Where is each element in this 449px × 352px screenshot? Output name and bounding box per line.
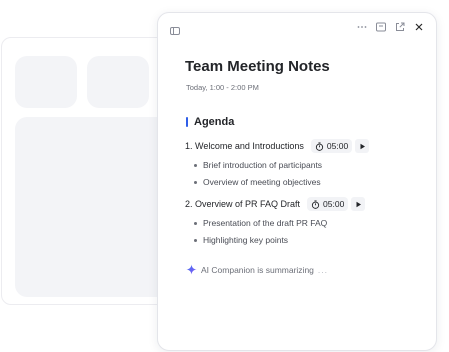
sparkle-icon: [186, 264, 197, 275]
agenda-item-label: 1. Welcome and Introductions: [185, 141, 304, 151]
bullet-text: Highlighting key points: [203, 235, 289, 245]
bullet-dot: [194, 238, 197, 242]
list-item: Presentation of the draft PR FAQ: [194, 218, 327, 228]
agenda-heading-text: Agenda: [194, 116, 235, 128]
play-button[interactable]: [351, 197, 366, 211]
background-window: [1, 37, 175, 305]
placeholder-panel: [15, 117, 175, 297]
close-icon[interactable]: [414, 22, 424, 32]
meeting-notes-panel: Team Meeting Notes Today, 1:00 - 2:00 PM…: [157, 12, 437, 351]
ai-companion-status: AI Companion is summarizing ...: [186, 264, 328, 275]
page-title: Team Meeting Notes: [185, 58, 330, 75]
timer-badge[interactable]: 05:00: [310, 139, 353, 153]
list-item: Highlighting key points: [194, 235, 288, 245]
agenda-item: 1. Welcome and Introductions 05:00: [185, 139, 370, 153]
section-accent-bar: [186, 117, 188, 127]
meeting-time: Today, 1:00 - 2:00 PM: [186, 83, 259, 92]
loading-dots: ...: [317, 264, 328, 275]
agenda-heading: Agenda: [186, 116, 234, 128]
stopwatch-icon: [311, 199, 320, 209]
open-external-icon[interactable]: [395, 22, 405, 32]
timer-value: 05:00: [326, 141, 349, 151]
bullet-dot: [194, 221, 197, 225]
bullet-dot: [194, 180, 197, 184]
ai-status-text: AI Companion is summarizing: [201, 264, 314, 275]
list-item: Brief introduction of participants: [194, 160, 322, 170]
more-icon[interactable]: [357, 22, 367, 32]
agenda-item-label: 2. Overview of PR FAQ Draft: [185, 199, 301, 209]
timer-badge[interactable]: 05:00: [307, 197, 349, 211]
stopwatch-icon: [315, 141, 324, 151]
sidebar-toggle-icon[interactable]: [170, 26, 180, 36]
play-button[interactable]: [355, 139, 370, 153]
placeholder-tile: [87, 56, 149, 108]
placeholder-tile: [15, 56, 77, 108]
bullet-text: Brief introduction of participants: [203, 160, 323, 170]
play-icon: [356, 201, 361, 207]
save-icon[interactable]: [376, 22, 386, 32]
play-icon: [360, 143, 365, 149]
agenda-item: 2. Overview of PR FAQ Draft 05:00: [185, 197, 366, 211]
list-item: Overview of meeting objectives: [194, 177, 321, 187]
timer-value: 05:00: [323, 199, 345, 209]
bullet-text: Presentation of the draft PR FAQ: [203, 218, 328, 228]
bullet-dot: [194, 163, 197, 167]
bullet-text: Overview of meeting objectives: [203, 177, 321, 187]
